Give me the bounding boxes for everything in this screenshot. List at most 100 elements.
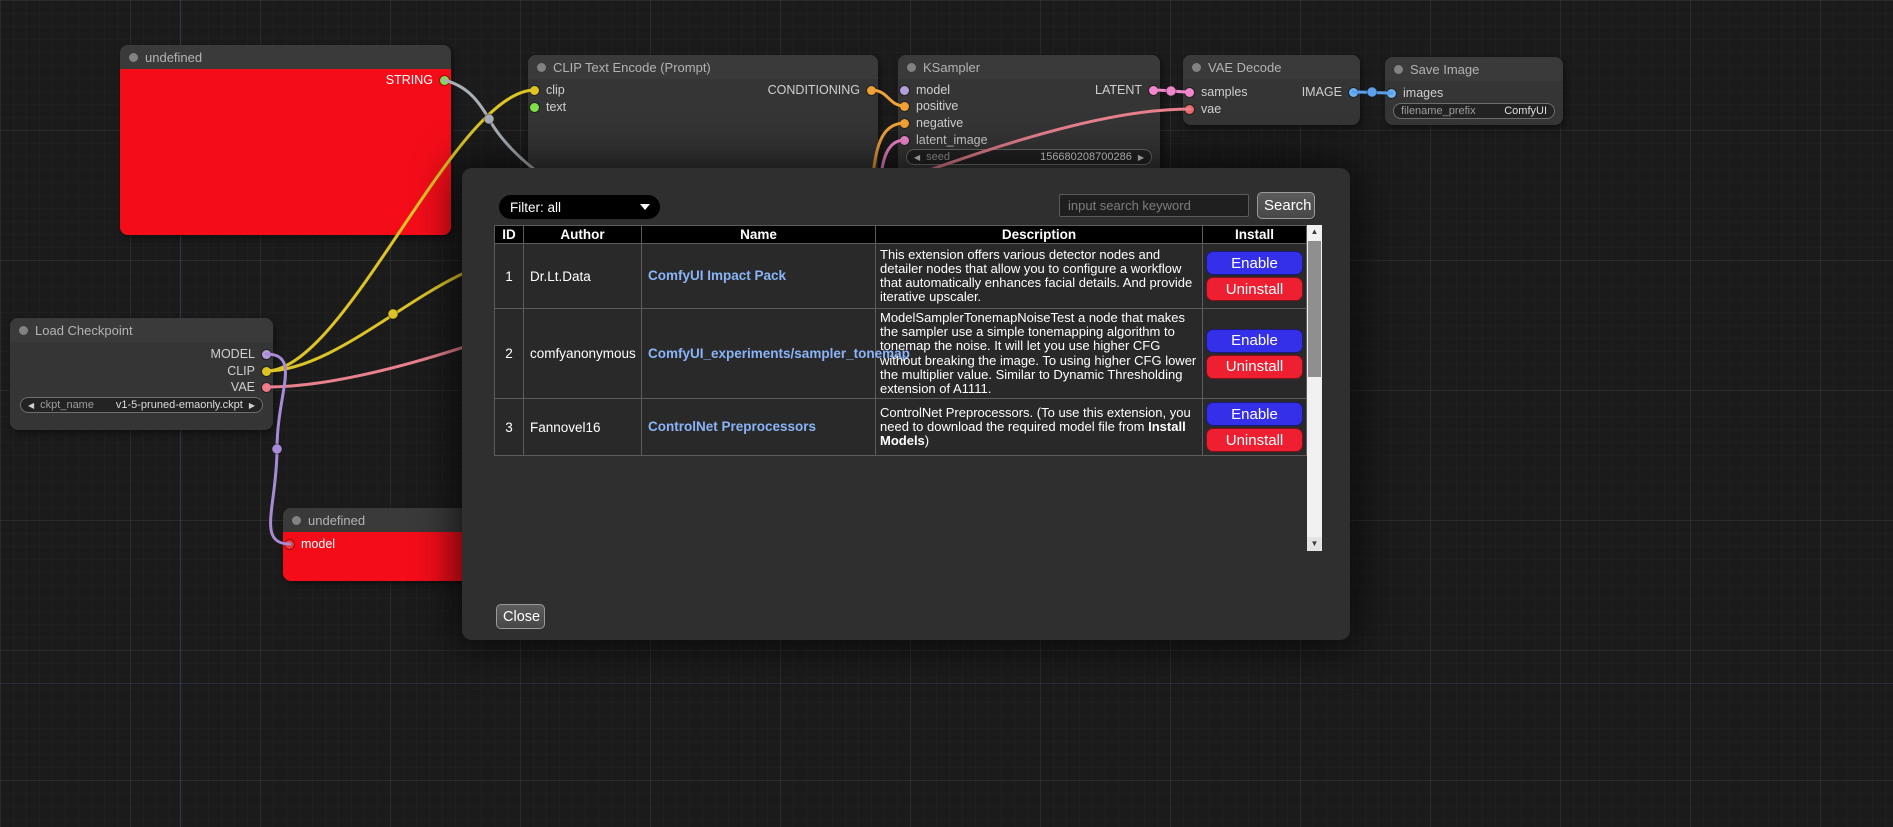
graph-canvas[interactable]: undefined STRING CLIP Text Encode (Promp… [0,0,1893,827]
input-dot-latent-image[interactable] [900,136,909,145]
scroll-down-icon[interactable]: ▼ [1307,537,1322,551]
slot-label: positive [916,99,958,113]
input-dot-clip[interactable] [530,86,539,95]
output-slot-vae: VAE [231,380,271,394]
extensions-table-wrap: ID Author Name Description Install 1Dr.L… [494,225,1322,551]
header-id: ID [495,226,524,244]
node-load-checkpoint[interactable]: Load Checkpoint MODEL CLIP VAE ◀ ckpt_na… [10,318,273,430]
input-slot-images: images [1387,86,1443,100]
extension-row: 3Fannovel16ControlNet PreprocessorsContr… [495,399,1307,456]
input-dot-samples[interactable] [1185,88,1194,97]
search-input[interactable] [1059,194,1249,217]
scrollbar[interactable]: ▲ ▼ [1307,225,1322,551]
output-dot-vae[interactable] [262,383,271,392]
slot-label: STRING [386,73,433,87]
slot-label: MODEL [211,347,255,361]
slot-label: CONDITIONING [768,83,860,97]
extension-name-cell: ComfyUI Impact Pack [642,244,876,309]
extensions-table: ID Author Name Description Install 1Dr.L… [494,225,1307,456]
slot-label: latent_image [916,133,988,147]
input-dot-images[interactable] [1387,89,1396,98]
collapse-dot-icon[interactable] [1394,65,1403,74]
extension-author-cell: Fannovel16 [524,399,642,456]
slot-label: model [301,537,335,551]
enable-button[interactable]: Enable [1206,402,1303,426]
collapse-dot-icon[interactable] [292,516,301,525]
node-title-bar[interactable]: KSampler [898,55,1160,79]
decrement-icon[interactable]: ◀ [28,401,34,410]
node-title-bar[interactable]: undefined [120,45,451,69]
filter-select[interactable]: Filter: all [499,195,660,219]
input-slot-latent-image: latent_image [900,133,988,147]
output-dot-clip[interactable] [262,367,271,376]
collapse-dot-icon[interactable] [1192,63,1201,72]
extension-id-cell: 1 [495,244,524,309]
extension-description-cell: ModelSamplerTonemapNoiseTest a node that… [876,309,1203,399]
decrement-icon[interactable]: ◀ [914,153,920,162]
output-dot-model[interactable] [262,350,271,359]
output-dot-conditioning[interactable] [867,86,876,95]
search-button[interactable]: Search [1257,192,1315,219]
link-dot [272,444,282,454]
collapse-dot-icon[interactable] [537,63,546,72]
output-dot-latent[interactable] [1149,86,1158,95]
filter-select-wrap: Filter: all [499,195,660,219]
header-name: Name [642,226,876,244]
extension-link[interactable]: ComfyUI_experiments/sampler_tonemap [648,346,910,361]
slot-label: clip [546,83,565,97]
uninstall-button[interactable]: Uninstall [1206,277,1303,301]
uninstall-button[interactable]: Uninstall [1206,355,1303,379]
node-save-image[interactable]: Save Image images filename_prefix ComfyU… [1385,57,1563,125]
extension-description-cell: This extension offers various detector n… [876,244,1203,309]
input-dot-model[interactable] [900,86,909,95]
scrollbar-thumb[interactable] [1308,241,1321,377]
node-vae-decode[interactable]: VAE Decode samples vae IMAGE [1183,55,1360,125]
output-slot-conditioning: CONDITIONING [768,83,876,97]
scroll-up-icon[interactable]: ▲ [1307,225,1322,239]
filename-prefix-widget[interactable]: filename_prefix ComfyUI [1393,103,1555,119]
uninstall-button[interactable]: Uninstall [1206,428,1303,452]
extension-link[interactable]: ControlNet Preprocessors [648,419,816,434]
close-button[interactable]: Close [496,604,545,629]
collapse-dot-icon[interactable] [19,326,28,335]
widget-value: ComfyUI [1504,105,1547,117]
output-slot-clip: CLIP [227,364,271,378]
header-description: Description [876,226,1203,244]
node-ksampler[interactable]: KSampler model positive negative latent_… [898,55,1160,175]
extensions-table-body: 1Dr.Lt.DataComfyUI Impact PackThis exten… [495,244,1307,456]
node-title-bar[interactable]: Load Checkpoint [10,318,273,342]
node-title-bar[interactable]: VAE Decode [1183,55,1360,79]
canvas-axis-horizontal [0,683,1893,684]
ckpt-name-widget[interactable]: ◀ ckpt_name v1-5-pruned-emaonly.ckpt ▶ [20,397,263,413]
widget-label: filename_prefix [1401,105,1476,117]
slot-label: model [916,83,950,97]
increment-icon[interactable]: ▶ [249,401,255,410]
seed-widget[interactable]: ◀ seed 156680208700286 ▶ [906,149,1152,165]
output-slot-model: MODEL [211,347,271,361]
enable-button[interactable]: Enable [1206,251,1303,275]
node-title: VAE Decode [1208,60,1281,75]
extension-name-cell: ComfyUI_experiments/sampler_tonemap [642,309,876,399]
input-dot-vae[interactable] [1185,105,1194,114]
widget-label: ckpt_name [40,399,94,411]
input-slot-text: text [530,100,566,114]
increment-icon[interactable]: ▶ [1138,153,1144,162]
link-dot [388,309,398,319]
node-title-bar[interactable]: Save Image [1385,57,1563,81]
input-dot-text[interactable] [530,103,539,112]
extension-link[interactable]: ComfyUI Impact Pack [648,268,786,283]
input-slot-vae: vae [1185,102,1221,116]
node-undefined-top[interactable]: undefined STRING [120,45,451,235]
input-dot-model[interactable] [285,540,294,549]
collapse-dot-icon[interactable] [907,63,916,72]
slot-label: samples [1201,85,1248,99]
input-slot-positive: positive [900,99,958,113]
node-title: undefined [145,50,202,65]
output-dot-string[interactable] [440,76,449,85]
output-dot-image[interactable] [1349,88,1358,97]
enable-button[interactable]: Enable [1206,329,1303,353]
input-dot-negative[interactable] [900,119,909,128]
node-title-bar[interactable]: CLIP Text Encode (Prompt) [528,55,878,79]
collapse-dot-icon[interactable] [129,53,138,62]
input-dot-positive[interactable] [900,102,909,111]
